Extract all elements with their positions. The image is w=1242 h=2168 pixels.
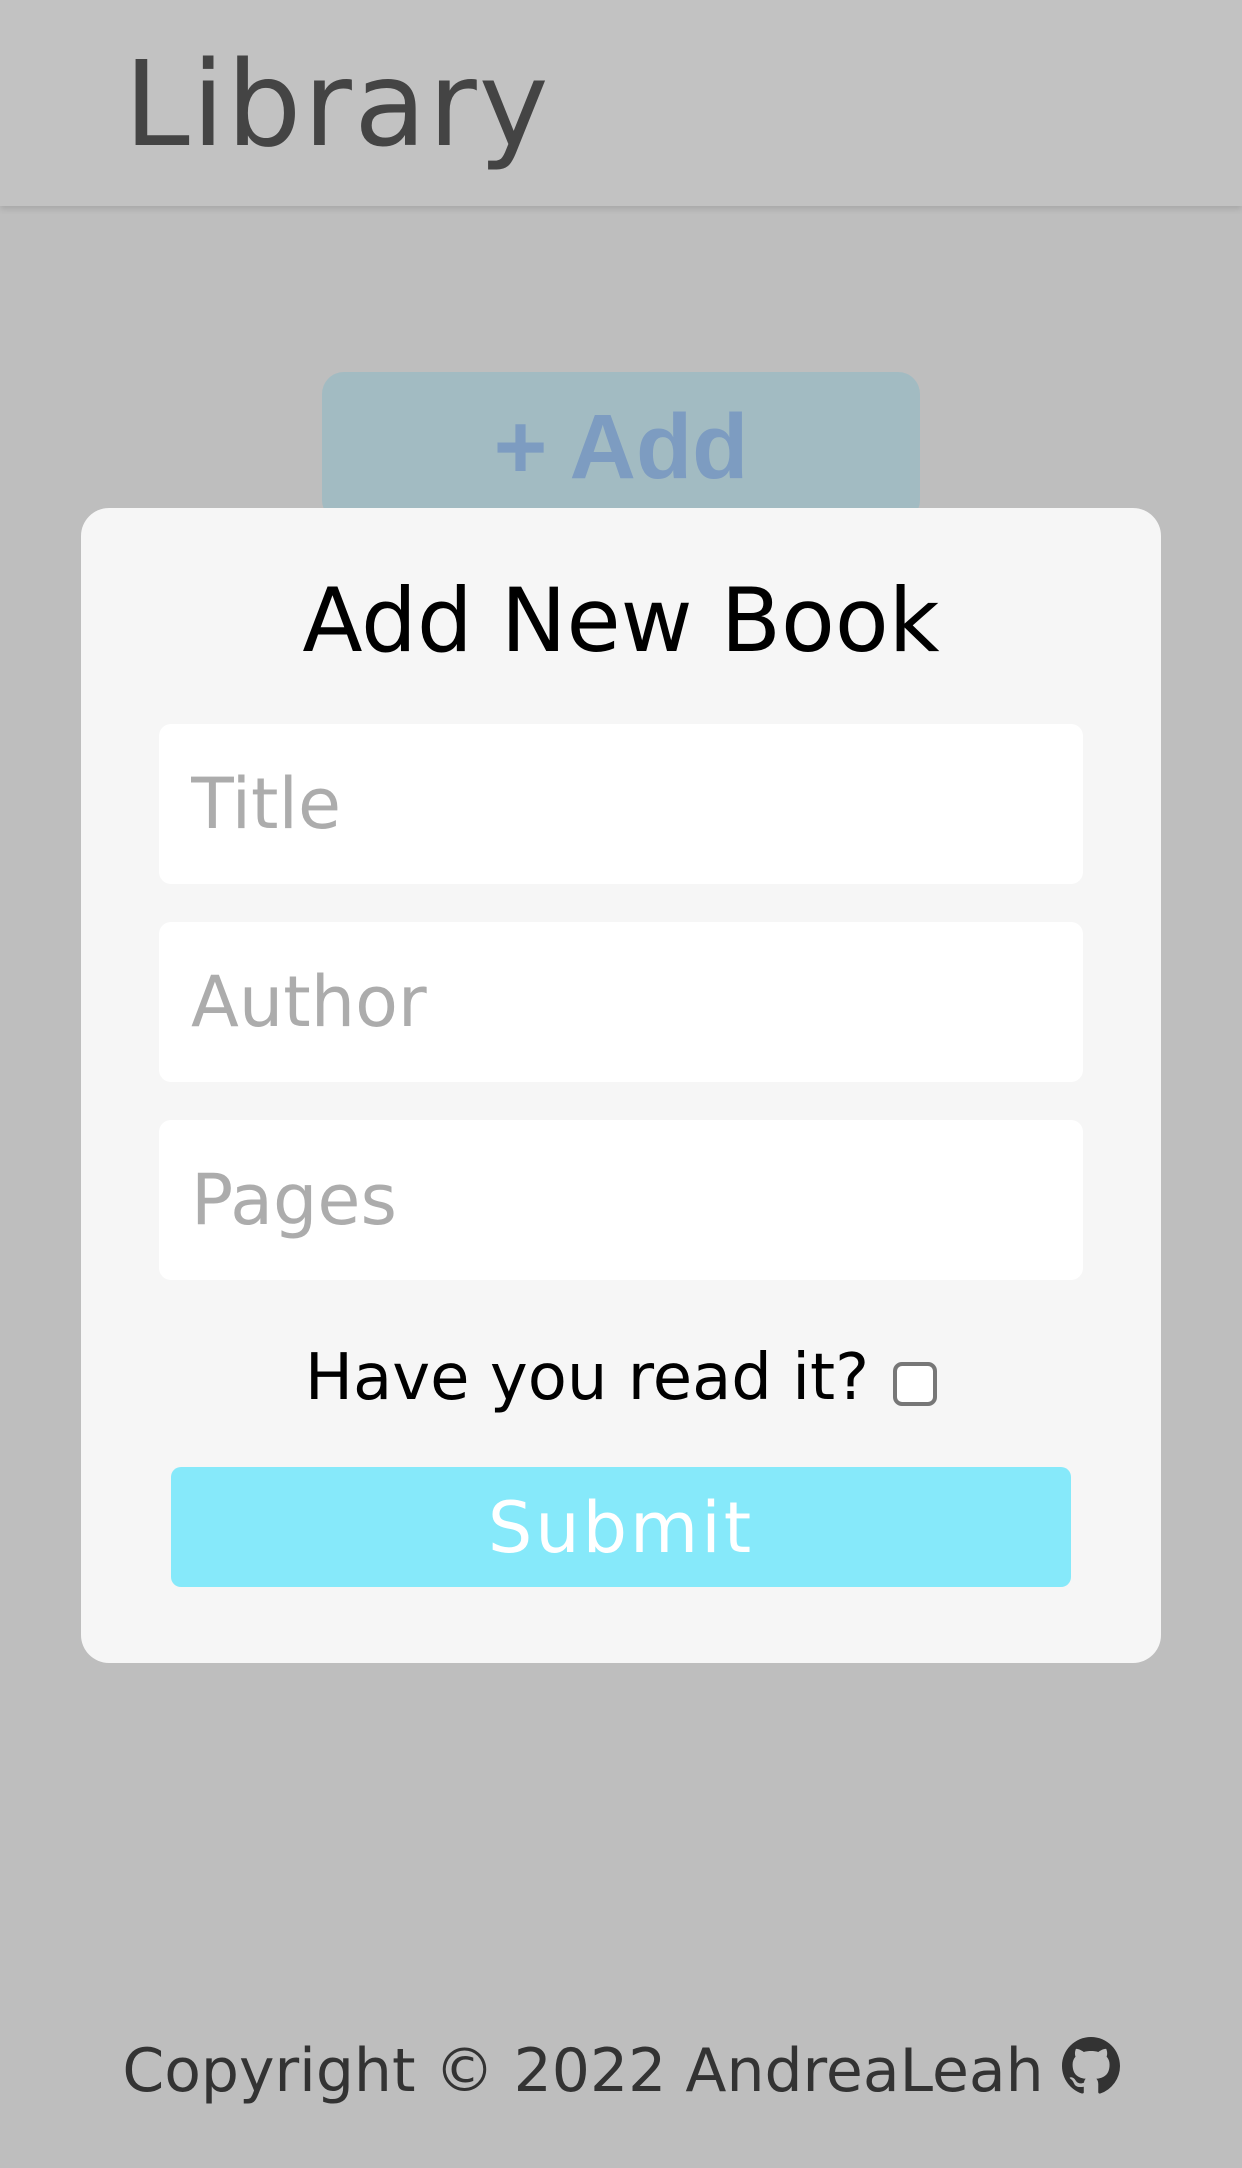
submit-button[interactable]: Submit	[171, 1467, 1071, 1587]
app-header: Library	[0, 0, 1242, 206]
author-input[interactable]	[159, 922, 1083, 1082]
add-book-button[interactable]: + Add	[322, 372, 920, 522]
read-status-label: Have you read it?	[304, 1341, 870, 1415]
read-status-row: Have you read it?	[81, 1328, 1161, 1428]
modal-title: Add New Book	[302, 569, 940, 672]
copyright-text: Copyright © 2022 AndreaLeah	[122, 2036, 1044, 2106]
app-title: Library	[124, 35, 551, 173]
footer: Copyright © 2022 AndreaLeah	[0, 2026, 1242, 2116]
title-input[interactable]	[159, 724, 1083, 884]
read-status-checkbox[interactable]	[893, 1362, 938, 1406]
pages-input[interactable]	[159, 1120, 1083, 1280]
add-book-modal: Add New Book Have you read it? Submit	[81, 508, 1161, 1663]
github-icon[interactable]	[1061, 2037, 1120, 2095]
